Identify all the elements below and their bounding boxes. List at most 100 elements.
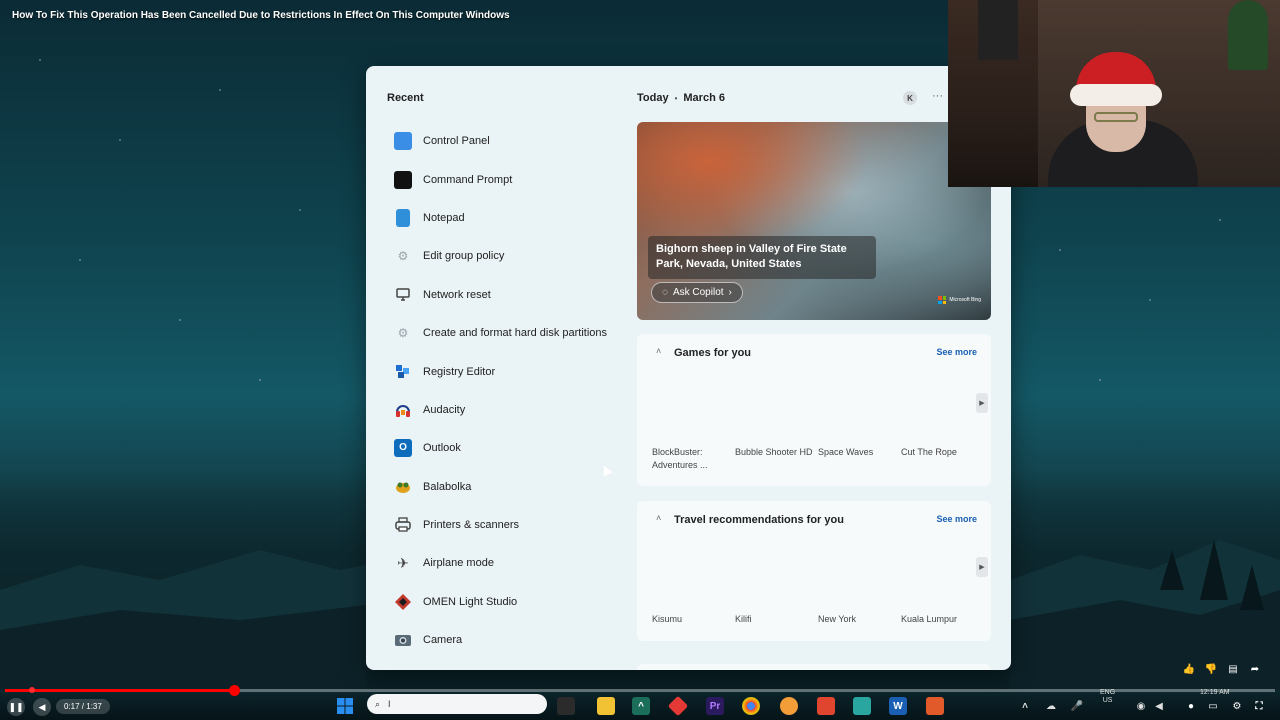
taskbar-app-icon[interactable]: ^ xyxy=(632,697,650,715)
today-header: Today • March 6 xyxy=(637,92,725,104)
recent-item-label: OMEN Light Studio xyxy=(423,595,518,608)
travel-see-more-link[interactable]: See more xyxy=(936,514,977,524)
file-explorer-icon[interactable] xyxy=(597,697,615,715)
control-panel-icon xyxy=(394,132,412,151)
more-options-button[interactable]: ··· xyxy=(932,90,943,102)
outlook-icon: O xyxy=(394,439,412,458)
recent-list: Control Panel Command Prompt Notepad ⚙ E… xyxy=(394,122,634,659)
word-icon[interactable]: W xyxy=(889,697,907,715)
taskbar-app-icon[interactable] xyxy=(817,697,835,715)
taskbar-app-icon[interactable] xyxy=(926,697,944,715)
notepad-icon xyxy=(396,208,410,227)
recent-item-network-reset[interactable]: Network reset xyxy=(394,276,634,314)
copilot-icon: ◌ xyxy=(662,287,668,298)
game-item[interactable]: BlockBuster: Adventures ... xyxy=(652,446,735,471)
notepad-taskbar-icon[interactable] xyxy=(853,697,871,715)
game-item[interactable]: Bubble Shooter HD xyxy=(735,446,818,471)
recent-item-disk-partitions[interactable]: ⚙ Create and format hard disk partitions xyxy=(394,314,634,352)
taskbar-search-input[interactable]: ⌕ I xyxy=(367,694,547,714)
like-icon[interactable]: 👍 xyxy=(1182,662,1196,676)
game-item[interactable]: Space Waves xyxy=(818,446,901,471)
travel-list: Kisumu Kilifi New York Kuala Lumpur xyxy=(652,613,984,626)
taskbar-app-icon[interactable] xyxy=(780,697,798,715)
games-card-title: Games for you xyxy=(674,347,752,359)
recent-item-label: Balabolka xyxy=(423,480,472,493)
chevron-up-icon: ^ xyxy=(638,700,644,712)
game-item[interactable]: Cut The Rope xyxy=(901,446,984,471)
volume-icon: ◀ xyxy=(38,701,46,712)
balabolka-icon xyxy=(394,478,412,496)
recent-item-airplane-mode[interactable]: ✈ Airplane mode xyxy=(394,544,634,582)
recent-heading: Recent xyxy=(387,92,424,104)
premiere-pro-icon[interactable]: Pr xyxy=(706,697,724,715)
command-prompt-icon xyxy=(394,170,412,189)
audacity-icon xyxy=(394,401,412,419)
recent-item-registry-editor[interactable]: Registry Editor xyxy=(394,352,634,390)
share-icon[interactable]: ➦ xyxy=(1248,662,1262,676)
travel-item[interactable]: New York xyxy=(818,613,901,626)
settings-gear-icon[interactable]: ⚙ xyxy=(1228,697,1246,715)
recent-item-label: Command Prompt xyxy=(423,173,513,186)
chevron-up-icon[interactable]: ˄ xyxy=(1016,697,1034,715)
autoplay-toggle-icon[interactable]: ● xyxy=(1182,697,1200,715)
games-next-arrow[interactable]: ▶ xyxy=(976,393,988,413)
recent-item-printers-scanners[interactable]: Printers & scanners xyxy=(394,506,634,544)
travel-item[interactable]: Kilifi xyxy=(735,613,818,626)
recent-item-audacity[interactable]: Audacity xyxy=(394,391,634,429)
wifi-icon[interactable]: ◉ xyxy=(1132,697,1150,715)
registry-editor-icon xyxy=(394,363,412,381)
hero-caption[interactable]: Bighorn sheep in Valley of Fire State Pa… xyxy=(648,236,876,279)
recent-item-edit-group-policy[interactable]: ⚙ Edit group policy xyxy=(394,237,634,275)
ask-copilot-button[interactable]: ◌ Ask Copilot › xyxy=(651,282,743,303)
pause-icon: ❚❚ xyxy=(8,701,24,712)
volume-button[interactable]: ◀ xyxy=(33,698,51,716)
today-date: March 6 xyxy=(683,92,725,104)
pause-button[interactable]: ❚❚ xyxy=(7,698,25,716)
recent-item-label: Network reset xyxy=(423,288,491,301)
microphone-icon[interactable]: 🎤 xyxy=(1068,697,1086,715)
recent-item-label: Camera xyxy=(423,634,463,647)
captions-icon[interactable]: ▭ xyxy=(1204,697,1222,715)
travel-next-arrow[interactable]: ▶ xyxy=(976,557,988,577)
language-code: ENG xyxy=(1100,689,1116,696)
recent-item-camera[interactable]: Camera xyxy=(394,621,634,659)
fullscreen-icon[interactable]: ⛶ xyxy=(1250,697,1268,715)
language-indicator[interactable]: ENG US xyxy=(1100,689,1115,704)
recent-item-control-panel[interactable]: Control Panel xyxy=(394,122,634,160)
video-title: How To Fix This Operation Has Been Cance… xyxy=(12,10,510,21)
travel-item[interactable]: Kisumu xyxy=(652,613,735,626)
task-view-icon[interactable] xyxy=(557,697,575,715)
chevron-up-icon[interactable]: ˄ xyxy=(656,346,661,356)
games-list: BlockBuster: Adventures ... Bubble Shoot… xyxy=(652,446,984,471)
windows-start-icon[interactable] xyxy=(336,697,354,715)
airplane-icon: ✈ xyxy=(397,555,409,572)
chevron-right-icon: › xyxy=(728,287,732,298)
video-time: 0:17 / 1:37 xyxy=(56,699,110,714)
dislike-icon[interactable]: 👎 xyxy=(1204,662,1218,676)
santa-hat-trim xyxy=(1070,84,1162,106)
video-scrubber-handle[interactable] xyxy=(228,685,240,696)
video-progress-bar[interactable] xyxy=(5,685,1275,696)
chevron-up-icon[interactable]: ˄ xyxy=(656,513,661,523)
bing-logo-text: Microsoft Bing xyxy=(949,297,981,303)
avatar[interactable]: K xyxy=(903,91,917,105)
recent-item-omen-light-studio[interactable]: OMEN Light Studio xyxy=(394,583,634,621)
volume-icon[interactable]: ◀ xyxy=(1150,697,1168,715)
cloud-icon[interactable]: ☁ xyxy=(1042,697,1060,715)
games-see-more-link[interactable]: See more xyxy=(936,347,977,357)
separator-dot: • xyxy=(674,93,678,103)
recent-item-outlook[interactable]: O Outlook xyxy=(394,429,634,467)
ask-copilot-label: Ask Copilot xyxy=(672,287,724,298)
recent-item-balabolka[interactable]: Balabolka xyxy=(394,468,634,506)
next-card-peek xyxy=(637,664,991,670)
travel-item[interactable]: Kuala Lumpur xyxy=(901,613,984,626)
recent-item-notepad[interactable]: Notepad xyxy=(394,199,634,237)
gear-icon: ⚙ xyxy=(397,249,409,264)
recent-item-command-prompt[interactable]: Command Prompt xyxy=(394,160,634,198)
recent-item-label: Outlook xyxy=(423,442,461,455)
chrome-icon[interactable] xyxy=(742,697,760,715)
chevron-right-icon: ▶ xyxy=(979,400,985,407)
comment-icon[interactable]: ▤ xyxy=(1226,662,1240,676)
taskbar-clock[interactable]: 12:19 AM xyxy=(1200,689,1230,697)
hero-image-card[interactable]: Bighorn sheep in Valley of Fire State Pa… xyxy=(637,122,991,320)
